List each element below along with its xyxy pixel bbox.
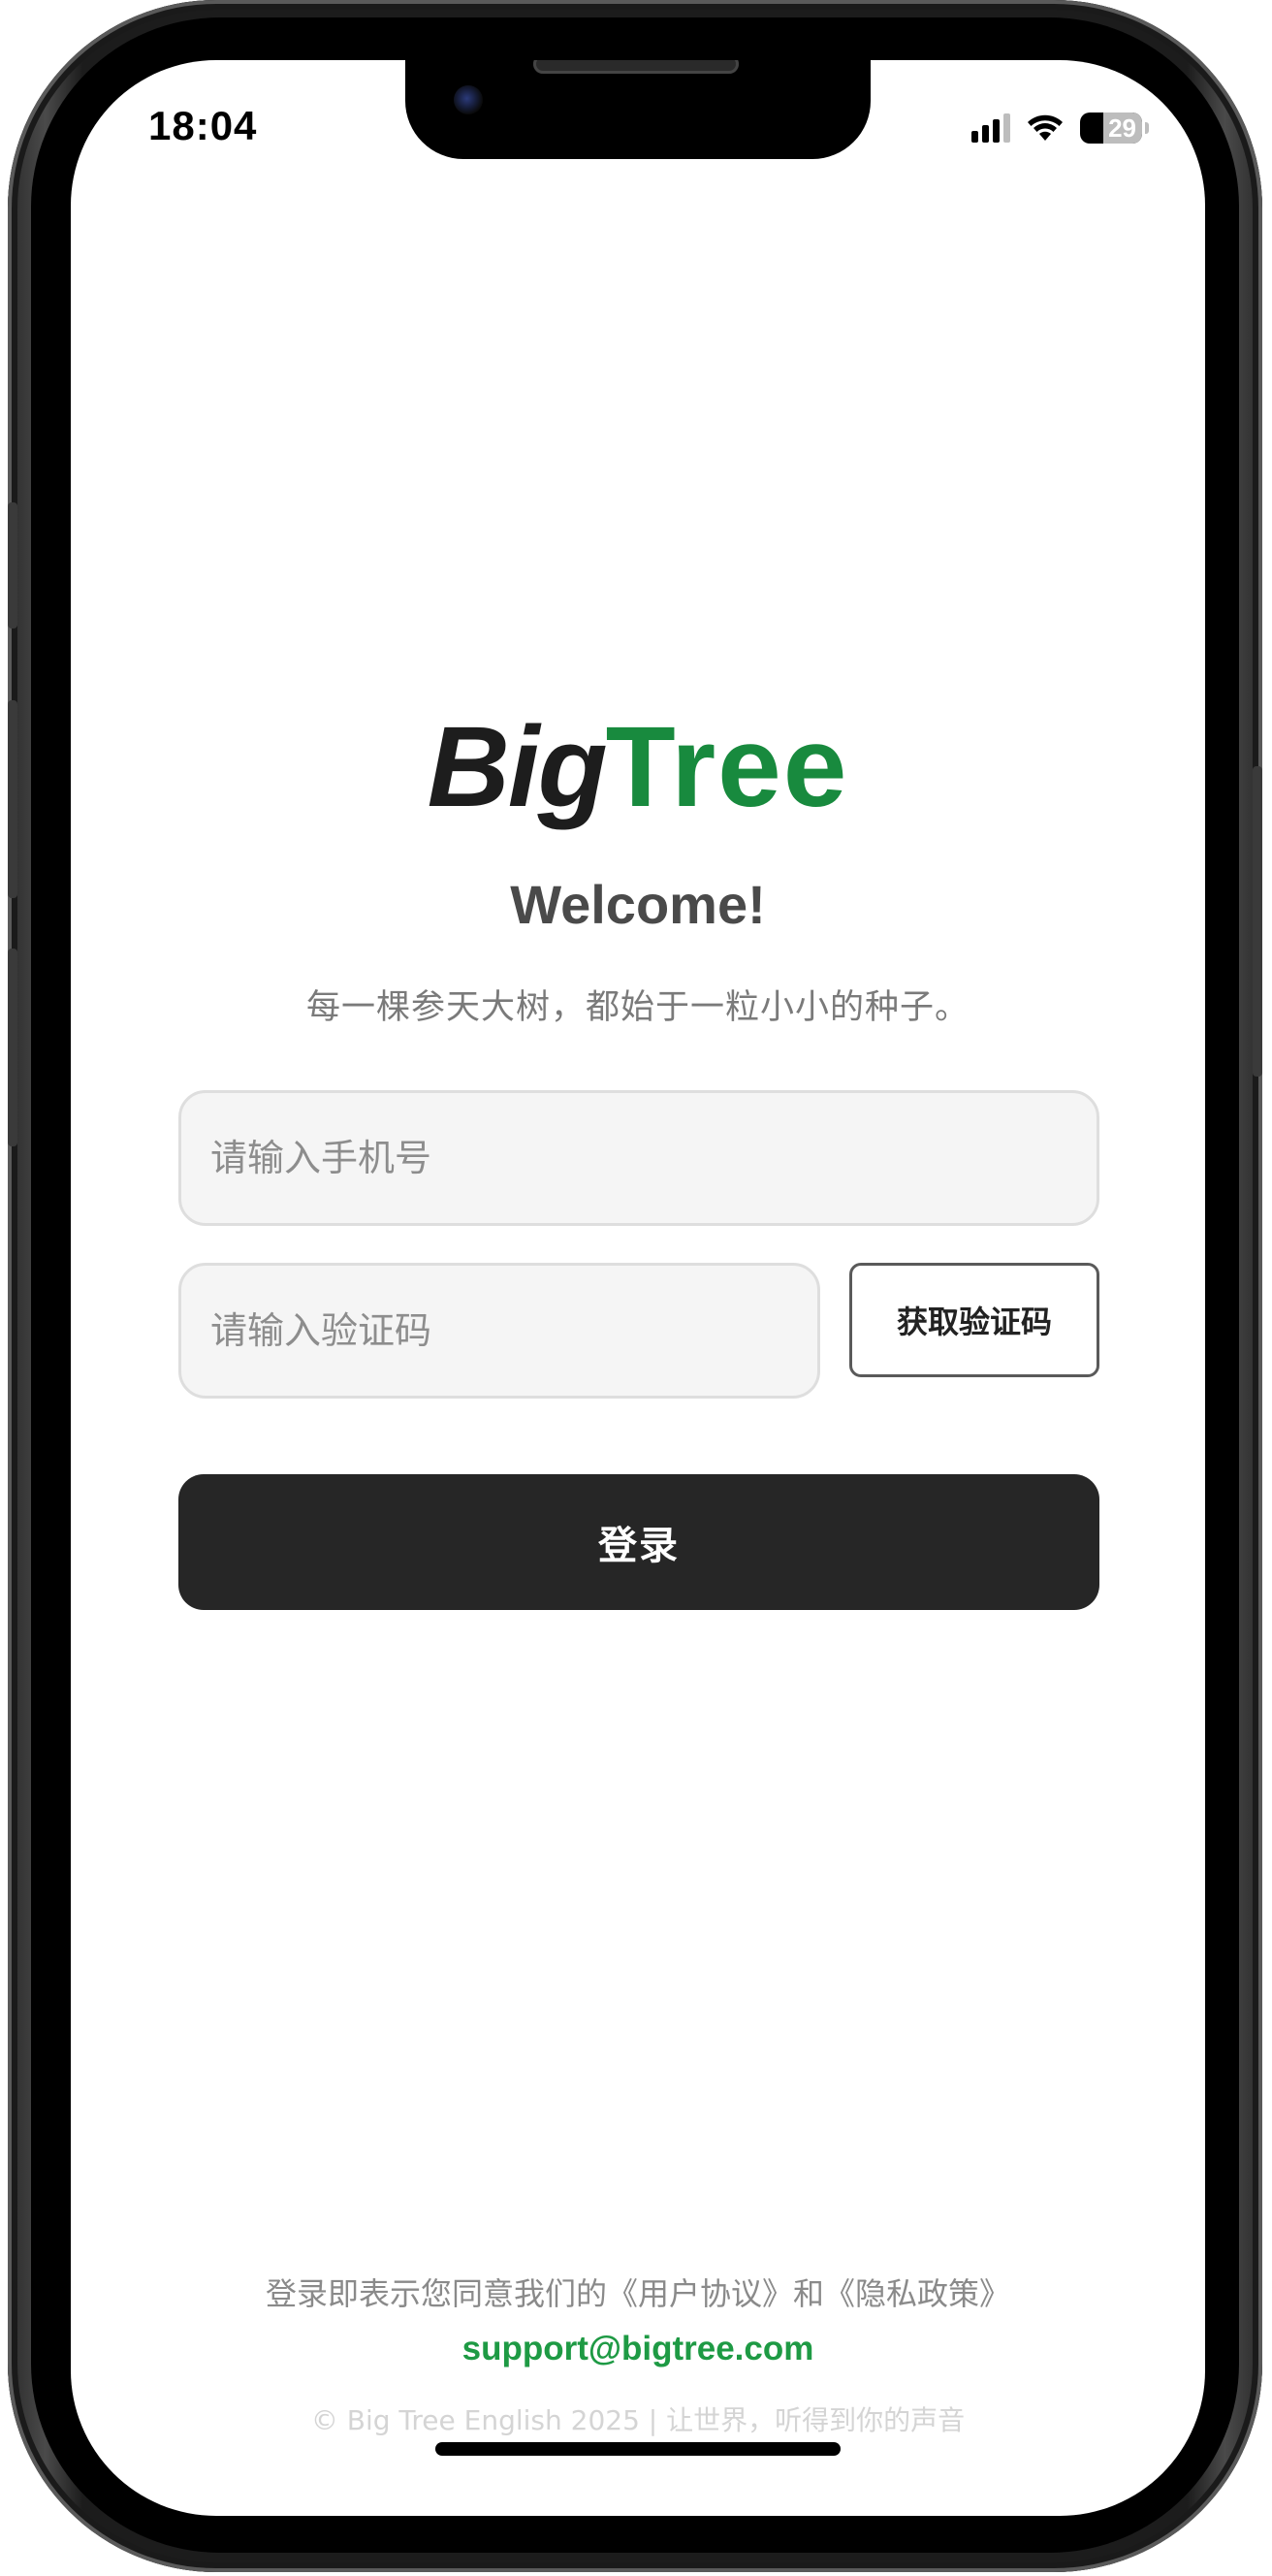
cellular-signal-icon [971, 113, 1010, 143]
status-time: 18:04 [148, 103, 258, 148]
get-code-button[interactable]: 获取验证码 [849, 1263, 1099, 1377]
agreement-text[interactable]: 登录即表示您同意我们的《用户协议》和《隐私政策》 [71, 2270, 1205, 2314]
front-camera [454, 85, 483, 114]
earpiece-speaker [533, 60, 739, 74]
phone-input[interactable] [178, 1090, 1099, 1226]
silent-switch [8, 502, 17, 628]
status-icons: 29 [971, 111, 1149, 145]
support-email-link[interactable]: support@bigtree.com [71, 2330, 1205, 2368]
wifi-icon [1028, 114, 1063, 141]
app-screen: 18:04 29 BigTree Welcome! 每一棵参天大树，都始于一粒小… [71, 60, 1205, 2516]
slogan: 每一棵参天大树，都始于一粒小小的种子。 [305, 988, 970, 1026]
battery-tip [1145, 122, 1149, 134]
welcome-title: Welcome! [510, 874, 766, 935]
power-button [1253, 766, 1262, 1077]
home-indicator[interactable] [435, 2442, 841, 2456]
logo-tree: Tree [605, 703, 849, 831]
battery-icon: 29 [1080, 113, 1142, 144]
battery-level: 29 [1108, 113, 1136, 143]
copyright-text: © Big Tree English 2025 | 让世界，听得到你的声音 [310, 2404, 966, 2436]
volume-up-button [8, 700, 17, 898]
verification-code-input[interactable] [178, 1263, 820, 1399]
logo-big: Big [427, 703, 608, 831]
notch [405, 60, 871, 159]
brand-logo: BigTree [71, 710, 1205, 824]
volume-down-button [8, 949, 17, 1146]
login-button[interactable]: 登录 [178, 1474, 1099, 1610]
